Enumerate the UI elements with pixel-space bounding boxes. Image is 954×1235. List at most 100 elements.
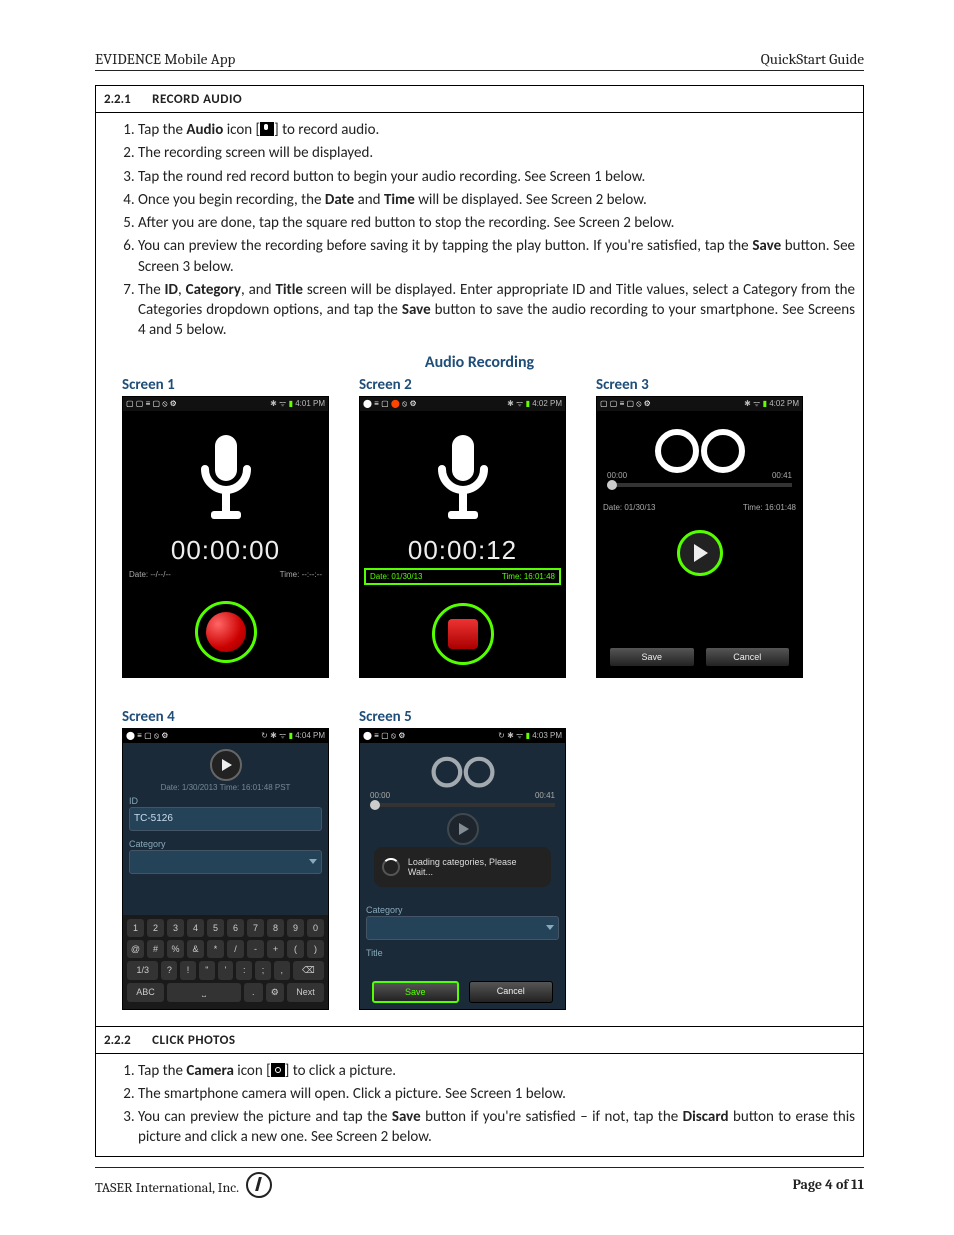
keyboard-key[interactable]: . <box>244 983 263 1002</box>
status-right: ↻ ✱ ᯤ ▮ 4:03 PM <box>498 730 562 741</box>
keyboard-key[interactable]: 3 <box>167 919 184 937</box>
status-right: ✱ ᯤ ▮ 4:01 PM <box>270 398 325 409</box>
category-label: Category <box>123 835 328 850</box>
keyboard-key[interactable]: ( <box>287 940 304 958</box>
keyboard-key[interactable]: " <box>199 961 215 980</box>
play-button[interactable] <box>447 813 479 845</box>
section-222-body: Tap the Camera icon [] to click a pictur… <box>96 1053 864 1156</box>
screen-5: Screen 5 ⬤ ≡ ▢ ⦸ ⚙ ↻ ✱ ᯤ ▮ 4:03 PM 00:00… <box>359 708 564 1010</box>
section-title: RECORD AUDIO <box>152 92 242 107</box>
save-button[interactable]: Save <box>372 981 459 1003</box>
step: Tap the Audio icon [] to record audio. <box>138 120 855 140</box>
progress-times: 00:0000:41 <box>360 791 565 800</box>
cancel-button[interactable]: Cancel <box>705 647 791 667</box>
section-222-header: 2.2.2 CLICK PHOTOS <box>96 1026 864 1053</box>
section-number: 2.2.2 <box>104 1033 149 1048</box>
footer-right: Page 4 of 11 <box>793 1176 864 1193</box>
status-icons: ⬤ ≡ ▢ ⬤ ⦸ ⚙ <box>363 399 417 409</box>
keyboard-key[interactable]: ' <box>218 961 234 980</box>
header-left: EVIDENCE Mobile App <box>95 50 235 68</box>
section-number: 2.2.1 <box>104 92 149 107</box>
keyboard-key[interactable]: ABC <box>127 983 164 1002</box>
keyboard-key[interactable]: # <box>147 940 164 958</box>
status-right: ✱ ᯤ ▮ 4:02 PM <box>507 398 562 409</box>
status-bar: ⬤ ≡ ▢ ⬤ ⦸ ⚙ ✱ ᯤ ▮ 4:02 PM <box>360 397 565 411</box>
keyboard-key[interactable]: ! <box>180 961 196 980</box>
phone-mockup: ⬤ ≡ ▢ ⦸ ⚙ ↻ ✱ ᯤ ▮ 4:04 PM Date: 1/30/201… <box>122 728 329 1010</box>
keyboard-key[interactable]: 9 <box>287 919 304 937</box>
keyboard-key[interactable]: @ <box>127 940 144 958</box>
datetime-label: Date: 1/30/2013 Time: 16:01:48 PST <box>123 783 328 792</box>
keyboard-key[interactable]: - <box>247 940 264 958</box>
chevron-down-icon <box>546 925 554 930</box>
section-221-body: Tap the Audio icon [] to record audio. T… <box>96 113 864 1027</box>
phone-mockup: ⬤ ≡ ▢ ⦸ ⚙ ↻ ✱ ᯤ ▮ 4:03 PM 00:0000:41 Loa… <box>359 728 566 1010</box>
page-footer: TASER International, Inc. Page 4 of 11 <box>95 1167 864 1198</box>
keyboard-key[interactable]: ⎵ <box>167 983 241 1002</box>
status-right: ↻ ✱ ᯤ ▮ 4:04 PM <box>261 730 325 741</box>
keyboard-key[interactable]: 1/3 <box>127 961 158 980</box>
status-bar: ⬤ ≡ ▢ ⦸ ⚙ ↻ ✱ ᯤ ▮ 4:03 PM <box>360 729 565 743</box>
step: You can preview the picture and tap the … <box>138 1107 855 1148</box>
play-button[interactable] <box>210 749 242 781</box>
save-button[interactable]: Save <box>609 647 695 667</box>
step: Tap the Camera icon [] to click a pictur… <box>138 1061 855 1081</box>
screens-grid: Screen 1 ▢ ▢ ≡ ▢ ⦸ ⚙ ✱ ᯤ ▮ 4:01 PM 00:00… <box>104 372 855 1022</box>
keyboard-key[interactable]: ; <box>255 961 271 980</box>
cassette-icon <box>655 429 745 467</box>
step: Once you begin recording, the Date and T… <box>138 190 855 210</box>
screens-title: Audio Recording <box>104 353 855 372</box>
keyboard-key[interactable]: 6 <box>227 919 244 937</box>
status-icons: ⬤ ≡ ▢ ⦸ ⚙ <box>363 731 405 741</box>
play-button[interactable] <box>677 530 723 576</box>
keyboard-key[interactable]: & <box>187 940 204 958</box>
camera-icon <box>271 1063 285 1077</box>
phone-mockup: ▢ ▢ ≡ ▢ ⦸ ⚙ ✱ ᯤ ▮ 4:02 PM 00:0000:41 Dat… <box>596 396 803 678</box>
keyboard-key[interactable]: * <box>207 940 224 958</box>
category-field[interactable] <box>129 850 322 874</box>
keyboard-key[interactable]: 7 <box>247 919 264 937</box>
button-row: Save Cancel <box>360 981 565 1003</box>
keyboard-key[interactable]: ⌫ <box>293 961 324 980</box>
screen-4: Screen 4 ⬤ ≡ ▢ ⦸ ⚙ ↻ ✱ ᯤ ▮ 4:04 PM Date:… <box>122 708 327 1010</box>
audio-icon <box>260 122 274 136</box>
status-bar: ▢ ▢ ≡ ▢ ⦸ ⚙ ✱ ᯤ ▮ 4:02 PM <box>597 397 802 411</box>
page-header: EVIDENCE Mobile App QuickStart Guide <box>95 50 864 71</box>
keyboard-key[interactable]: 2 <box>147 919 164 937</box>
keyboard-key[interactable]: , <box>274 961 290 980</box>
microphone-icon <box>428 431 498 527</box>
progress-bar[interactable] <box>607 483 792 487</box>
keyboard-key[interactable]: + <box>267 940 284 958</box>
keyboard-key[interactable]: / <box>227 940 244 958</box>
keyboard-key[interactable]: 4 <box>187 919 204 937</box>
step: You can preview the recording before sav… <box>138 236 855 277</box>
keyboard-key[interactable]: ) <box>307 940 324 958</box>
screen-label: Screen 5 <box>359 708 564 726</box>
section-221-header: 2.2.1 RECORD AUDIO <box>96 86 864 113</box>
footer-left: TASER International, Inc. <box>95 1172 272 1198</box>
progress-bar[interactable] <box>370 803 555 807</box>
keyboard-key[interactable]: : <box>236 961 252 980</box>
keyboard-key[interactable]: 5 <box>207 919 224 937</box>
category-label: Category <box>360 901 565 916</box>
keyboard-key[interactable]: 1 <box>127 919 144 937</box>
keyboard-key[interactable]: % <box>167 940 184 958</box>
keyboard-key[interactable]: 8 <box>267 919 284 937</box>
category-field[interactable] <box>366 916 559 940</box>
keyboard-key[interactable]: Next <box>287 983 324 1002</box>
title-label: Title <box>360 944 565 959</box>
steps-list-221: Tap the Audio icon [] to record audio. T… <box>104 120 855 341</box>
spinner-icon <box>382 858 400 876</box>
loading-toast: Loading categories, Please Wait... <box>374 847 551 887</box>
id-field[interactable]: TC-5126 <box>129 807 322 831</box>
record-button[interactable] <box>195 601 257 663</box>
microphone-icon <box>191 431 261 527</box>
kb-row-1: 1234567890 <box>127 919 324 937</box>
keyboard-key[interactable]: ⚙ <box>266 983 285 1002</box>
keyboard-key[interactable]: 0 <box>307 919 324 937</box>
status-icons: ▢ ▢ ≡ ▢ ⦸ ⚙ <box>600 399 651 409</box>
stop-button[interactable] <box>432 603 494 665</box>
cancel-button[interactable]: Cancel <box>469 981 554 1003</box>
keyboard-key[interactable]: ? <box>161 961 177 980</box>
content-table: 2.2.1 RECORD AUDIO Tap the Audio icon []… <box>95 85 864 1157</box>
